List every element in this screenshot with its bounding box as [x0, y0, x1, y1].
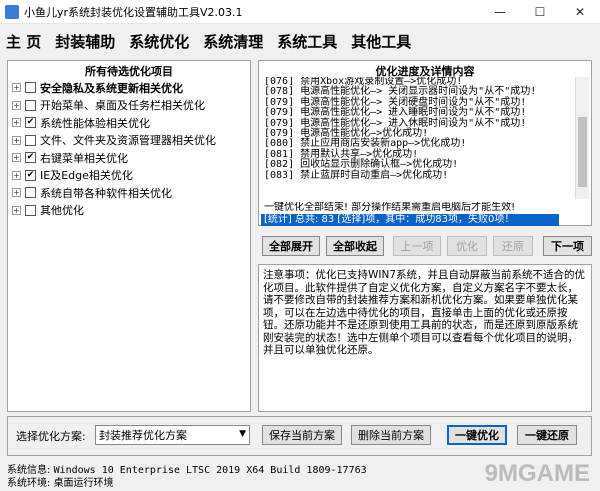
- log-line: [083] 禁止蓝屏时自动重启—>优化成功!: [264, 169, 449, 181]
- expand-icon[interactable]: +: [12, 170, 21, 180]
- checkbox[interactable]: [25, 204, 36, 216]
- window-title: 小鱼儿yr系统封装优化设置辅助工具V2.03.1: [24, 5, 243, 19]
- expand-icon[interactable]: +: [12, 188, 21, 197]
- system-env-label: 系统环境:: [7, 478, 51, 489]
- tree-item[interactable]: + 安全隐私及系统更新相关优化: [12, 79, 183, 96]
- maximize-button[interactable]: ☐: [520, 0, 560, 24]
- expand-icon[interactable]: +: [12, 118, 21, 127]
- scheme-label: 选择优化方案:: [16, 430, 86, 443]
- app-icon: [5, 4, 19, 19]
- tree-item-label: 文件、文件夹及资源管理器相关优化: [40, 134, 216, 147]
- collapse-all-button[interactable]: 全部收起: [326, 236, 384, 256]
- previous-button[interactable]: 上一项: [393, 236, 441, 256]
- system-env: 系统环境: 桌面运行环境: [7, 474, 114, 489]
- tree-item[interactable]: + 文件、文件夹及资源管理器相关优化: [12, 132, 216, 149]
- tree-item[interactable]: + ✔ IE及Edge相关优化: [12, 167, 133, 184]
- progress-stats-bar: [统计] 总共: 83 [选择]项，其中：成功83项，失败0项！: [261, 214, 559, 226]
- tree-item-label: 安全隐私及系统更新相关优化: [40, 81, 183, 95]
- delete-scheme-button[interactable]: 删除当前方案: [351, 425, 431, 445]
- menu-other-tools[interactable]: 其他工具: [351, 31, 411, 52]
- scrollbar-thumb[interactable]: [578, 117, 587, 187]
- tree-item-label: 开始菜单、桌面及任务栏相关优化: [40, 99, 205, 112]
- title-bar: 小鱼儿yr系统封装优化设置辅助工具V2.03.1 — ☐ ✕: [0, 0, 600, 24]
- watermark-logo: 9MGAME: [484, 460, 590, 487]
- expand-all-button[interactable]: 全部展开: [262, 236, 320, 256]
- expand-icon[interactable]: +: [12, 83, 21, 92]
- tree-item-label: 其他优化: [40, 204, 84, 217]
- optimize-button[interactable]: 优化: [447, 236, 487, 256]
- log-scrollbar[interactable]: [575, 77, 589, 199]
- system-env-value: 桌面运行环境: [53, 478, 114, 489]
- tree-item[interactable]: + ✔ 右键菜单相关优化: [12, 149, 128, 166]
- tree-item[interactable]: + ✔ 系统性能体验相关优化: [12, 114, 150, 131]
- one-click-restore-button[interactable]: 一键还原: [517, 425, 577, 445]
- expand-icon[interactable]: +: [12, 153, 21, 162]
- one-click-optimize-button[interactable]: 一键优化: [447, 425, 507, 445]
- left-panel-title: 所有待选优化项目: [85, 65, 173, 78]
- expand-icon[interactable]: +: [12, 100, 21, 110]
- scheme-select[interactable]: 封装推荐优化方案 ▼: [95, 425, 250, 445]
- chevron-down-icon[interactable]: ▼: [239, 429, 246, 439]
- close-button[interactable]: ✕: [560, 0, 600, 24]
- progress-panel: 优化进度及详情内容 [076] 禁用Xbox游戏录制设置—>优化成功! [078]…: [258, 60, 592, 226]
- menu-package-helper[interactable]: 封装辅助: [55, 31, 115, 52]
- menu-system-clean[interactable]: 系统清理: [203, 31, 263, 52]
- checkbox[interactable]: [25, 82, 36, 93]
- menu-system-tools[interactable]: 系统工具: [277, 31, 337, 52]
- tree-item-label: 系统自带各种软件相关优化: [40, 186, 172, 200]
- tree-item[interactable]: + 其他优化: [12, 202, 84, 219]
- tree-item[interactable]: + 系统自带各种软件相关优化: [12, 184, 172, 201]
- expand-icon[interactable]: +: [12, 135, 21, 145]
- checkbox[interactable]: [25, 187, 36, 198]
- checkbox[interactable]: ✔: [25, 152, 36, 163]
- checkbox[interactable]: ✔: [25, 169, 36, 181]
- tree-item-label: IE及Edge相关优化: [40, 169, 133, 182]
- expand-icon[interactable]: +: [12, 205, 21, 215]
- restore-button[interactable]: 还原: [493, 236, 533, 256]
- notice-text: 注意事项：优化已支持WIN7系统，并且自动屏蔽当前系统不适合的优化项目。此软件提…: [258, 264, 592, 412]
- summary-line: 一键优化全部结束! 部分操作结果需重启电脑后才能生效!: [264, 202, 516, 213]
- checkbox[interactable]: ✔: [25, 117, 36, 128]
- progress-log[interactable]: [076] 禁用Xbox游戏录制设置—>优化成功! [078] 电源高性能优化—>…: [264, 77, 554, 199]
- tree-item-label: 系统性能体验相关优化: [40, 116, 150, 130]
- optimize-items-panel: 所有待选优化项目 + 安全隐私及系统更新相关优化 + 开始菜单、桌面及任务栏相关优化 +…: [7, 60, 251, 412]
- tree-item-label: 右键菜单相关优化: [40, 151, 128, 165]
- menu-system-optimize[interactable]: 系统优化: [129, 31, 189, 52]
- tree-item[interactable]: + 开始菜单、桌面及任务栏相关优化: [12, 97, 205, 114]
- checkbox[interactable]: [25, 134, 36, 146]
- minimize-button[interactable]: —: [480, 0, 520, 24]
- main-menu: 主 页 封装辅助 系统优化 系统清理 系统工具 其他工具: [0, 25, 600, 57]
- save-scheme-button[interactable]: 保存当前方案: [262, 425, 342, 445]
- checkbox[interactable]: [25, 99, 36, 111]
- menu-home[interactable]: 主 页: [6, 31, 41, 52]
- scheme-selected: 封装推荐优化方案: [99, 429, 187, 442]
- next-button[interactable]: 下一项: [543, 236, 592, 256]
